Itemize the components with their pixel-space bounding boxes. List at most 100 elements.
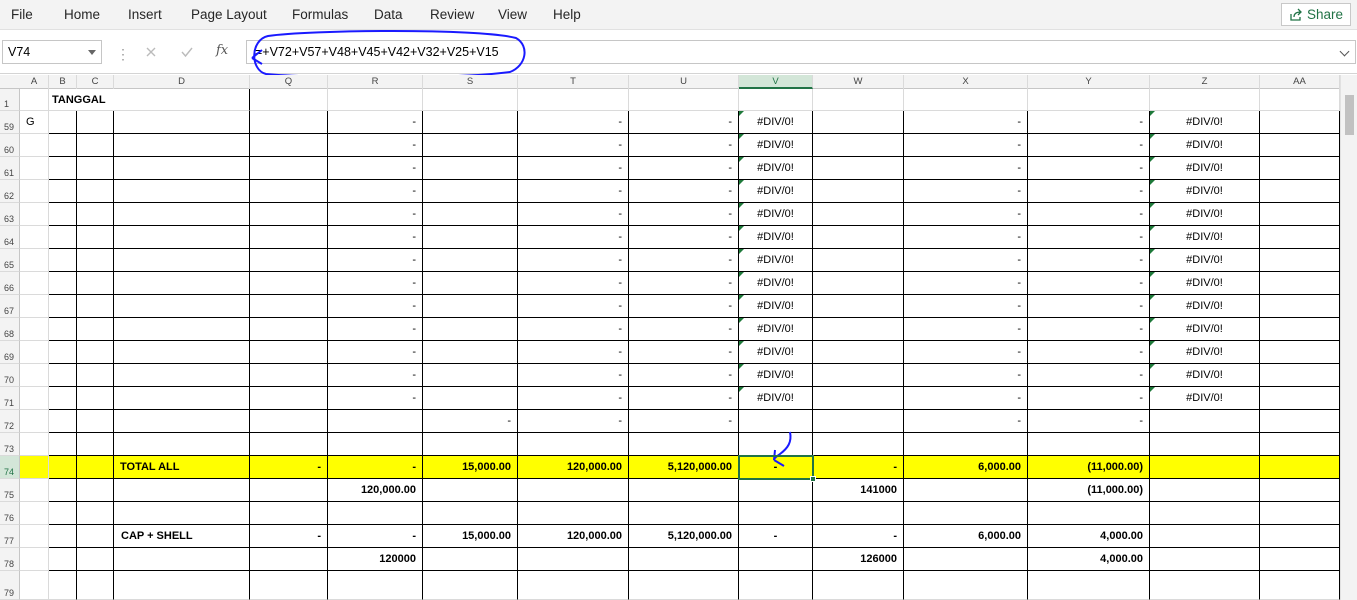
cell-y71[interactable]: - — [1028, 387, 1150, 410]
column-header-u[interactable]: U — [629, 75, 739, 89]
cell-q64[interactable] — [250, 226, 328, 249]
row-header-71[interactable]: 71 — [0, 387, 20, 410]
cell-a72[interactable] — [20, 410, 49, 433]
cell-u71[interactable]: - — [629, 387, 739, 410]
cell-s78[interactable] — [423, 548, 518, 571]
cell-c73[interactable] — [77, 433, 114, 456]
cell-t59[interactable]: - — [518, 111, 629, 134]
cell-r66[interactable]: - — [328, 272, 423, 295]
cell-q63[interactable] — [250, 203, 328, 226]
cell-y79[interactable] — [1028, 571, 1150, 600]
cell-d70[interactable] — [114, 364, 250, 387]
menu-review[interactable]: Review — [430, 7, 474, 22]
error-indicator-icon[interactable] — [739, 226, 744, 231]
row-header-67[interactable]: 67 — [0, 295, 20, 318]
cell-v61[interactable]: #DIV/0! — [739, 157, 813, 180]
cell-v69[interactable]: #DIV/0! — [739, 341, 813, 364]
row-header-64[interactable]: 64 — [0, 226, 20, 249]
cell-z68[interactable]: #DIV/0! — [1150, 318, 1260, 341]
cell-s69[interactable] — [423, 341, 518, 364]
cell-a67[interactable] — [20, 295, 49, 318]
cell-z65[interactable]: #DIV/0! — [1150, 249, 1260, 272]
cell-y75[interactable]: (11,000.00) — [1028, 479, 1150, 502]
cell-y76[interactable] — [1028, 502, 1150, 525]
cell-q77[interactable]: - — [250, 525, 328, 548]
row-header-74[interactable]: 74 — [0, 456, 20, 479]
cell-x74[interactable]: 6,000.00 — [904, 456, 1028, 479]
cell-b72[interactable] — [49, 410, 77, 433]
cell-z59[interactable]: #DIV/0! — [1150, 111, 1260, 134]
cell-c70[interactable] — [77, 364, 114, 387]
cell-u68[interactable]: - — [629, 318, 739, 341]
cell-c76[interactable] — [77, 502, 114, 525]
cell-w76[interactable] — [813, 502, 904, 525]
cell-b59[interactable] — [49, 111, 77, 134]
cell-b67[interactable] — [49, 295, 77, 318]
row-header-79[interactable]: 79 — [0, 571, 20, 600]
cell-y66[interactable]: - — [1028, 272, 1150, 295]
cell-x65[interactable]: - — [904, 249, 1028, 272]
row-header-77[interactable]: 77 — [0, 525, 20, 548]
column-header-t[interactable]: T — [518, 75, 629, 89]
cell-z69[interactable]: #DIV/0! — [1150, 341, 1260, 364]
cell-c59[interactable] — [77, 111, 114, 134]
cell-aa73[interactable] — [1260, 433, 1340, 456]
cell-s71[interactable] — [423, 387, 518, 410]
cell-y61[interactable]: - — [1028, 157, 1150, 180]
cell-s63[interactable] — [423, 203, 518, 226]
cell-r62[interactable]: - — [328, 180, 423, 203]
cell-b69[interactable] — [49, 341, 77, 364]
cell-c71[interactable] — [77, 387, 114, 410]
cell-t77[interactable]: 120,000.00 — [518, 525, 629, 548]
row-header-78[interactable]: 78 — [0, 548, 20, 571]
cell-d78[interactable] — [114, 548, 250, 571]
row-header-73[interactable]: 73 — [0, 433, 20, 456]
cell-a74[interactable] — [20, 456, 49, 479]
cell-u77[interactable]: 5,120,000.00 — [629, 525, 739, 548]
error-indicator-icon[interactable] — [739, 341, 744, 346]
column-header-a[interactable]: A — [20, 75, 49, 89]
cell-v63[interactable]: #DIV/0! — [739, 203, 813, 226]
cell-y60[interactable]: - — [1028, 134, 1150, 157]
cell-r60[interactable]: - — [328, 134, 423, 157]
cell-aa69[interactable] — [1260, 341, 1340, 364]
cell-q66[interactable] — [250, 272, 328, 295]
cell-w62[interactable] — [813, 180, 904, 203]
cell-a66[interactable] — [20, 272, 49, 295]
cell-s1[interactable] — [423, 89, 518, 111]
cell-r78[interactable]: 120000 — [328, 548, 423, 571]
cell-d74[interactable]: TOTAL ALL — [114, 456, 250, 479]
cell-a62[interactable] — [20, 180, 49, 203]
cell-u64[interactable]: - — [629, 226, 739, 249]
cell-r76[interactable] — [328, 502, 423, 525]
cell-u59[interactable]: - — [629, 111, 739, 134]
cell-w70[interactable] — [813, 364, 904, 387]
cell-a79[interactable] — [20, 571, 49, 600]
cell-c78[interactable] — [77, 548, 114, 571]
cell-y65[interactable]: - — [1028, 249, 1150, 272]
cell-q67[interactable] — [250, 295, 328, 318]
menu-help[interactable]: Help — [553, 7, 581, 22]
menu-data[interactable]: Data — [374, 7, 403, 22]
cell-q75[interactable] — [250, 479, 328, 502]
cell-q71[interactable] — [250, 387, 328, 410]
cell-s64[interactable] — [423, 226, 518, 249]
cell-w72[interactable] — [813, 410, 904, 433]
cell-t60[interactable]: - — [518, 134, 629, 157]
vertical-scrollbar[interactable] — [1340, 75, 1357, 600]
cell-d64[interactable] — [114, 226, 250, 249]
row-header-60[interactable]: 60 — [0, 134, 20, 157]
column-header-x[interactable]: X — [904, 75, 1028, 89]
cell-z76[interactable] — [1150, 502, 1260, 525]
cell-t66[interactable]: - — [518, 272, 629, 295]
cell-aa65[interactable] — [1260, 249, 1340, 272]
cell-d77[interactable]: CAP + SHELL — [114, 525, 250, 548]
cell-u75[interactable] — [629, 479, 739, 502]
cell-a71[interactable] — [20, 387, 49, 410]
cell-a65[interactable] — [20, 249, 49, 272]
menu-home[interactable]: Home — [64, 7, 100, 22]
cell-a64[interactable] — [20, 226, 49, 249]
cell-b62[interactable] — [49, 180, 77, 203]
cell-u65[interactable]: - — [629, 249, 739, 272]
error-indicator-icon[interactable] — [739, 203, 744, 208]
